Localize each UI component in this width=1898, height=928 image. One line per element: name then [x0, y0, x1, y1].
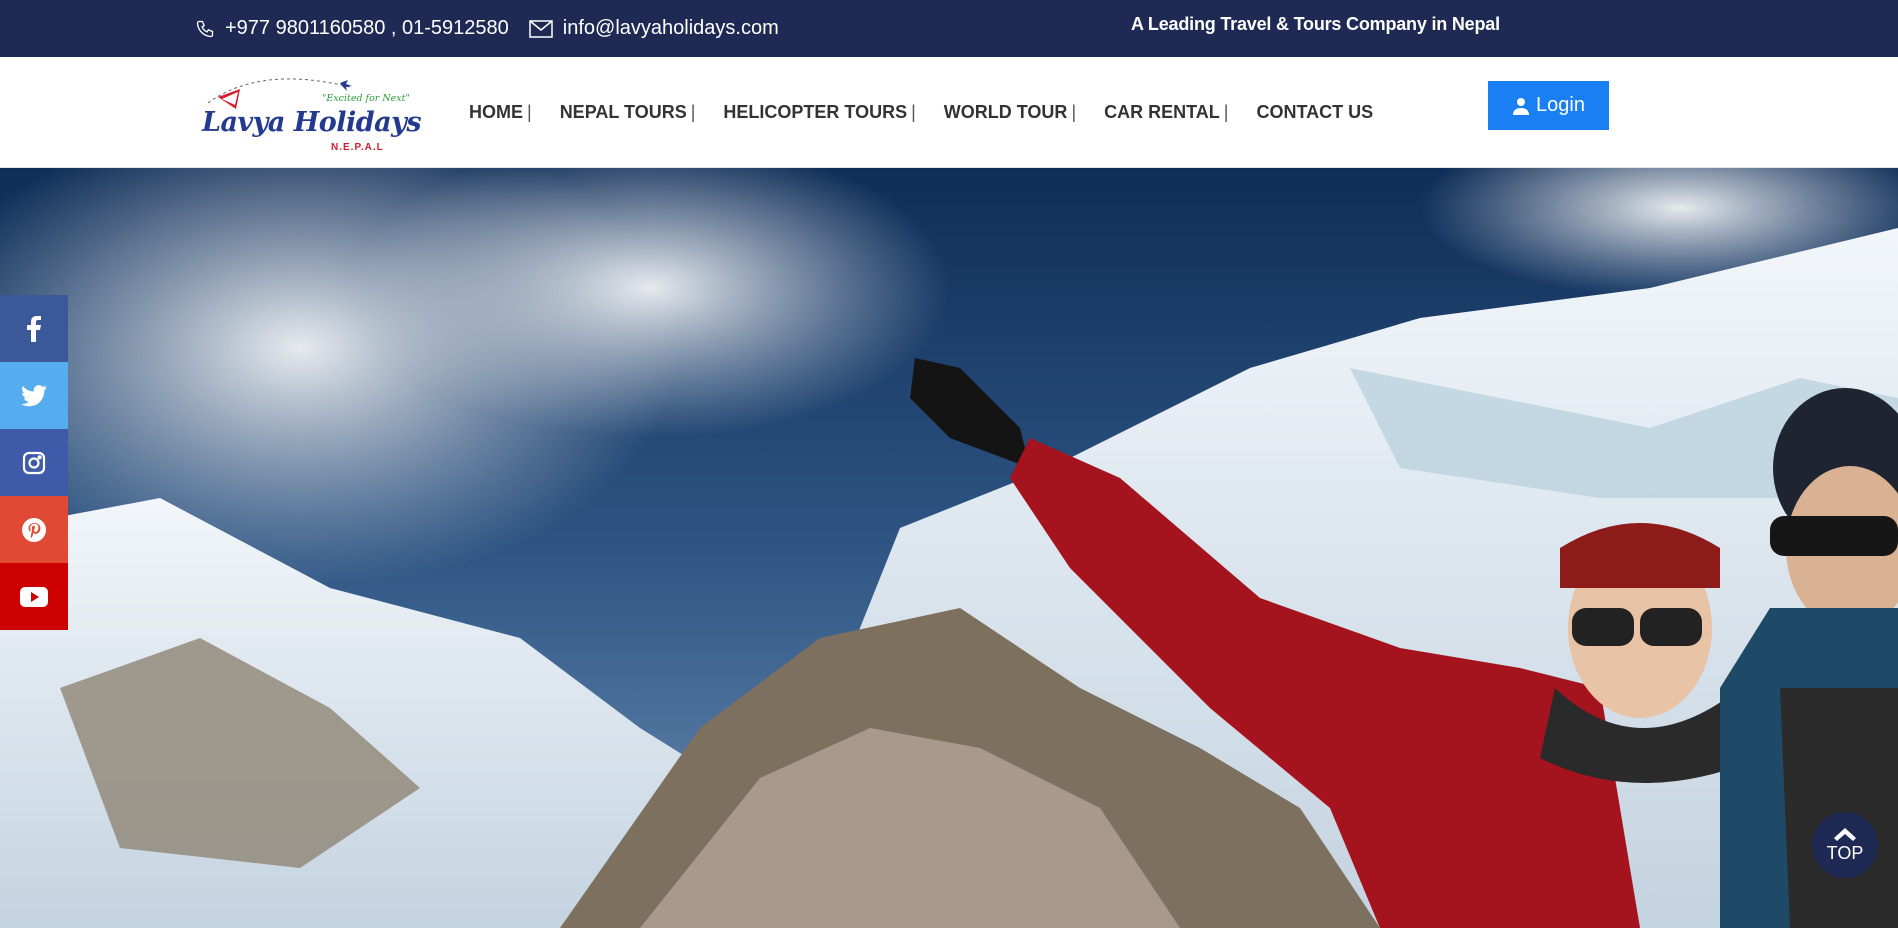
top-bar: +977 9801160580 , 01-5912580 info@lavyah… — [0, 0, 1898, 57]
twitter-icon — [21, 384, 47, 406]
nav-helicopter-tours[interactable]: HELICOPTER TOURS — [723, 102, 907, 123]
youtube-icon — [20, 586, 48, 607]
nav-contact-us[interactable]: CONTACT US — [1256, 102, 1373, 123]
back-to-top-button[interactable]: TOP — [1812, 812, 1878, 878]
phone-contact[interactable]: +977 9801160580 , 01-5912580 — [195, 17, 509, 40]
facebook-button[interactable] — [0, 295, 68, 362]
envelope-icon — [529, 19, 553, 38]
pinterest-icon — [22, 517, 46, 542]
login-label: Login — [1536, 94, 1585, 116]
chevron-up-icon — [1834, 828, 1856, 841]
nav-separator: | — [1223, 102, 1229, 122]
logo-country: N.E.P.A.L — [331, 142, 384, 153]
facebook-icon — [27, 315, 41, 342]
nav-car-rental[interactable]: CAR RENTAL — [1104, 102, 1220, 123]
phone-number: +977 9801160580 , 01-5912580 — [225, 17, 509, 39]
logo-slogan: "Excited for Next" — [322, 93, 410, 104]
nav-home[interactable]: HOME — [469, 102, 523, 123]
login-button[interactable]: Login — [1488, 81, 1609, 130]
instagram-button[interactable] — [0, 429, 68, 496]
phone-icon — [196, 20, 214, 37]
back-to-top-label: TOP — [1826, 843, 1864, 863]
email-contact[interactable]: info@lavyaholidays.com — [529, 17, 779, 40]
contact-info: +977 9801160580 , 01-5912580 info@lavyah… — [195, 0, 799, 57]
hero-banner — [0, 168, 1898, 928]
logo-brand: Lavya Holidays — [202, 107, 422, 138]
twitter-button[interactable] — [0, 362, 68, 429]
tagline: A Leading Travel & Tours Company in Nepa… — [1131, 14, 1500, 34]
pinterest-button[interactable] — [0, 496, 68, 563]
nav-world-tour[interactable]: WORLD TOUR — [944, 102, 1068, 123]
user-icon — [1513, 97, 1530, 115]
youtube-button[interactable] — [0, 563, 68, 630]
nav-separator: | — [911, 102, 916, 122]
nav-separator: | — [1071, 102, 1077, 122]
instagram-icon — [22, 451, 46, 474]
site-logo[interactable]: "Excited for Next" Lavya Holidays N.E.P.… — [200, 73, 422, 153]
hero-image — [0, 168, 1898, 928]
main-nav: HOME | NEPAL TOURS | HELICOPTER TOURS | WOR… — [469, 57, 1373, 168]
site-header: "Excited for Next" Lavya Holidays N.E.P.… — [0, 57, 1898, 168]
nav-separator: | — [690, 102, 696, 122]
nav-separator: | — [527, 102, 532, 122]
nav-nepal-tours[interactable]: NEPAL TOURS — [560, 102, 687, 123]
email-address: info@lavyaholidays.com — [562, 17, 779, 39]
social-sidebar — [0, 295, 68, 630]
